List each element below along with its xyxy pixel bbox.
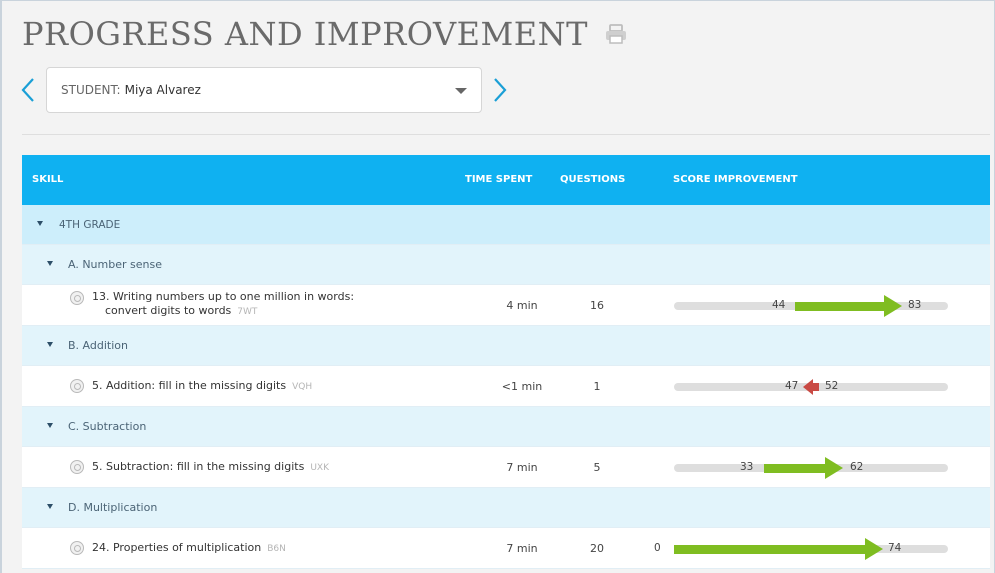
category-label: B. Addition bbox=[68, 339, 128, 352]
prev-student-button[interactable] bbox=[16, 70, 40, 110]
skill-icon bbox=[70, 291, 84, 305]
questions-count: 20 bbox=[590, 542, 604, 555]
header-score-improvement: SCORE IMPROVEMENT bbox=[673, 174, 798, 185]
end-score: 83 bbox=[908, 299, 922, 311]
skill-code: VQH bbox=[292, 382, 313, 392]
category-label: D. Multiplication bbox=[68, 501, 158, 514]
arrow-right-icon bbox=[865, 538, 883, 560]
skill-code: B6N bbox=[267, 544, 286, 554]
category-row[interactable]: B. Addition bbox=[22, 326, 990, 366]
collapse-triangle-icon bbox=[47, 261, 53, 266]
grade-label: 4TH GRADE bbox=[59, 219, 121, 231]
time-spent: 7 min bbox=[506, 461, 538, 474]
title-row: PROGRESS AND IMPROVEMENT bbox=[22, 15, 628, 53]
skill-row[interactable]: 13. Writing numbers up to one million in… bbox=[22, 285, 990, 326]
skill-row[interactable]: 5. Addition: fill in the missing digits V… bbox=[22, 366, 990, 407]
time-spent: 4 min bbox=[506, 299, 538, 312]
skill-code: UXK bbox=[310, 463, 329, 473]
improvement-bar bbox=[674, 544, 866, 554]
skill-icon bbox=[70, 460, 84, 474]
start-score: 52 bbox=[825, 380, 839, 392]
skill-name-text: 24. Properties of multiplication bbox=[92, 541, 262, 554]
caret-down-icon bbox=[455, 88, 467, 94]
category-row[interactable]: C. Subtraction bbox=[22, 407, 990, 447]
skill-code: 7WT bbox=[237, 307, 258, 317]
collapse-triangle-icon bbox=[47, 504, 53, 509]
student-dropdown[interactable]: STUDENT: Miya Alvarez bbox=[46, 67, 482, 113]
arrow-right-icon bbox=[884, 295, 902, 317]
header-skill: SKILL bbox=[32, 174, 64, 185]
student-selector-row: STUDENT: Miya Alvarez bbox=[16, 67, 512, 113]
grade-row[interactable]: 4TH GRADE bbox=[22, 205, 990, 245]
skill-name-line2: convert digits to words bbox=[105, 304, 232, 317]
end-score: 74 bbox=[888, 542, 902, 554]
arrow-right-icon bbox=[825, 457, 843, 479]
skill-icon bbox=[70, 379, 84, 393]
start-score: 44 bbox=[772, 299, 786, 311]
progress-table: SKILL TIME SPENT QUESTIONS SCORE IMPROVE… bbox=[22, 155, 990, 569]
header-time-spent: TIME SPENT bbox=[465, 174, 533, 185]
collapse-triangle-icon bbox=[47, 342, 53, 347]
next-student-button[interactable] bbox=[488, 70, 512, 110]
print-icon[interactable] bbox=[604, 23, 628, 45]
skill-icon bbox=[70, 541, 84, 555]
category-label: A. Number sense bbox=[68, 258, 162, 271]
questions-count: 1 bbox=[593, 380, 601, 393]
collapse-triangle-icon bbox=[37, 221, 43, 226]
time-spent: <1 min bbox=[501, 380, 543, 393]
category-row[interactable]: A. Number sense bbox=[22, 245, 990, 285]
skill-name[interactable]: 13. Writing numbers up to one million in… bbox=[92, 290, 354, 319]
page-title: PROGRESS AND IMPROVEMENT bbox=[22, 15, 588, 53]
end-score: 47 bbox=[785, 380, 799, 392]
start-score: 0 bbox=[654, 542, 661, 554]
student-label: STUDENT: bbox=[61, 83, 121, 97]
skill-name[interactable]: 5. Subtraction: fill in the missing digi… bbox=[92, 460, 329, 475]
questions-count: 5 bbox=[593, 461, 601, 474]
category-label: C. Subtraction bbox=[68, 420, 147, 433]
end-score: 62 bbox=[850, 461, 864, 473]
skill-row[interactable]: 24. Properties of multiplication B6N 7 mi… bbox=[22, 528, 990, 569]
page: PROGRESS AND IMPROVEMENT STUDENT: Miya A… bbox=[0, 0, 995, 573]
decline-bar bbox=[812, 383, 819, 391]
start-score: 33 bbox=[740, 461, 754, 473]
collapse-triangle-icon bbox=[47, 423, 53, 428]
divider bbox=[22, 134, 990, 135]
skill-row[interactable]: 5. Subtraction: fill in the missing digi… bbox=[22, 447, 990, 488]
skill-name[interactable]: 24. Properties of multiplication B6N bbox=[92, 541, 286, 556]
student-name: Miya Alvarez bbox=[124, 83, 201, 97]
skill-name[interactable]: 5. Addition: fill in the missing digits V… bbox=[92, 379, 312, 394]
improvement-bar bbox=[795, 301, 885, 311]
table-header: SKILL TIME SPENT QUESTIONS SCORE IMPROVE… bbox=[22, 155, 990, 205]
skill-name-text: 5. Subtraction: fill in the missing digi… bbox=[92, 460, 305, 473]
chevron-right-icon bbox=[494, 78, 507, 102]
improvement-bar bbox=[764, 463, 826, 473]
skill-name-line1: 13. Writing numbers up to one million in… bbox=[92, 290, 355, 303]
skill-name-text: 5. Addition: fill in the missing digits bbox=[92, 379, 287, 392]
time-spent: 7 min bbox=[506, 542, 538, 555]
header-questions: QUESTIONS bbox=[560, 174, 626, 185]
chevron-left-icon bbox=[21, 78, 34, 102]
category-row[interactable]: D. Multiplication bbox=[22, 488, 990, 528]
questions-count: 16 bbox=[590, 299, 604, 312]
